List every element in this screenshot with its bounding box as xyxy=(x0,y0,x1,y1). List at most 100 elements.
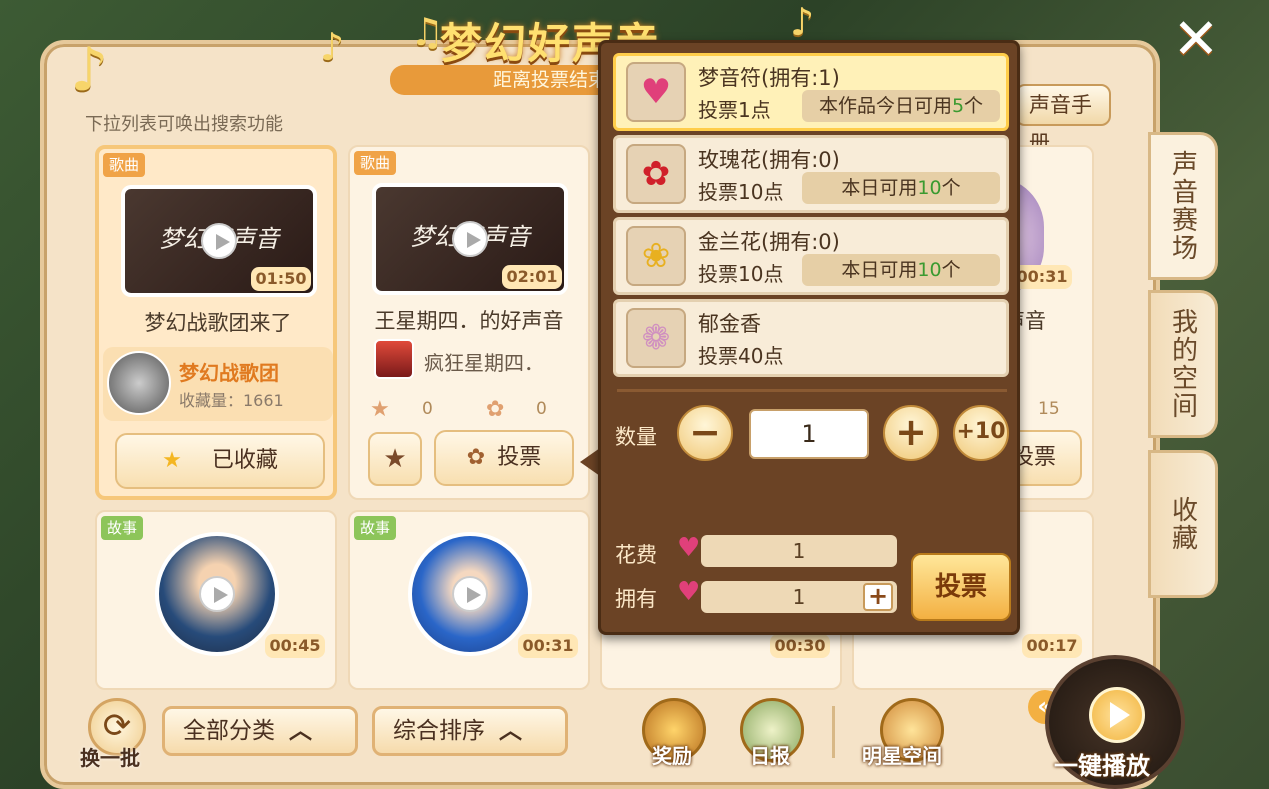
author-name: 疯狂星期四． xyxy=(424,351,544,375)
flower-icon: ✿ xyxy=(486,397,505,422)
favorited-button[interactable]: ★ 已收藏 xyxy=(115,433,325,489)
popup-arrow xyxy=(580,448,600,476)
music-note-icon: ♥ xyxy=(677,577,701,607)
gift-item-orchid[interactable]: ❀ 金兰花(拥有:0) 投票10点 本日可用10个 xyxy=(613,217,1009,295)
chevron-up-icon: ︿ xyxy=(289,718,312,744)
chevron-up-icon: ︿ xyxy=(499,718,522,744)
sort-label: 综合排序 xyxy=(393,718,485,744)
tab-my-space[interactable]: 我的空间 xyxy=(1148,290,1218,438)
work-card[interactable]: 歌曲 梦幻好声音 02:01 王星期四．的好声音 疯狂星期四． ★ 0 ✿ 0 … xyxy=(348,145,590,500)
spend-label: 花费 xyxy=(615,543,657,567)
confirm-vote-button[interactable]: 投票 xyxy=(911,553,1011,621)
star-icon: ★ xyxy=(370,397,390,422)
decrease-button[interactable]: − xyxy=(677,405,733,461)
work-title: 王星期四．的好声音 xyxy=(374,309,564,333)
star-count: 0 xyxy=(422,399,433,419)
item-availability: 本日可用10个 xyxy=(802,254,1000,286)
vote-button[interactable]: ✿ 投票 xyxy=(434,430,574,486)
item-name: 玫瑰花(拥有:0) xyxy=(698,148,840,172)
duration-badge: 01:50 xyxy=(251,267,311,291)
avail-text: 本日可用 xyxy=(841,259,918,281)
gift-item-music-note[interactable]: ♥ 梦音符(拥有:1) 投票1点 本作品今日可用5个 xyxy=(613,53,1009,131)
duration-badge: 00:17 xyxy=(1022,634,1082,658)
category-tag: 故事 xyxy=(354,516,397,540)
quantity-label: 数量 xyxy=(615,425,657,449)
author-box[interactable]: 梦幻战歌团 收藏量：1661 xyxy=(103,347,333,421)
play-icon[interactable] xyxy=(1089,687,1145,743)
video-thumbnail[interactable]: 梦幻好声音 01:50 xyxy=(121,185,317,297)
sort-dropdown[interactable]: 综合排序 ︿ xyxy=(372,706,568,756)
video-thumbnail[interactable]: 梦幻好声音 02:01 xyxy=(372,183,568,295)
search-hint: 下拉列表可唤出搜索功能 xyxy=(85,114,283,135)
star-space-label[interactable]: 明星空间 xyxy=(862,740,942,769)
category-label: 全部分类 xyxy=(183,718,275,744)
avail-unit: 个 xyxy=(964,95,984,117)
music-note-icon: ♪ xyxy=(70,35,109,105)
play-icon[interactable] xyxy=(199,576,235,612)
play-icon[interactable] xyxy=(452,221,488,257)
avail-unit: 个 xyxy=(941,259,961,281)
vote-label: 投票 xyxy=(497,445,542,470)
music-note-icon: ♫ xyxy=(410,10,445,54)
category-dropdown[interactable]: 全部分类 ︿ xyxy=(162,706,358,756)
favorited-label: 已收藏 xyxy=(211,448,278,473)
category-tag: 歌曲 xyxy=(103,153,146,177)
favorite-button[interactable]: ★ xyxy=(368,432,422,486)
play-all-label[interactable]: 一键播放 xyxy=(1054,746,1150,781)
duration-badge: 00:31 xyxy=(1012,265,1072,289)
music-note-icon: ♥ xyxy=(677,533,701,563)
tab-favorites[interactable]: 收藏 xyxy=(1148,450,1218,598)
item-cost: 投票1点 xyxy=(698,98,771,122)
music-note-icon: ♪ xyxy=(790,0,815,44)
reward-label[interactable]: 奖励 xyxy=(652,740,692,769)
gift-item-rose[interactable]: ✿ 玫瑰花(拥有:0) 投票10点 本日可用10个 xyxy=(613,135,1009,213)
star-icon: ★ xyxy=(162,448,182,473)
voice-book-button[interactable]: 声音手册 xyxy=(1015,84,1111,155)
avail-count: 5 xyxy=(951,95,965,117)
refresh-label[interactable]: 换一批 xyxy=(80,742,140,771)
work-card[interactable]: 故事 00:45 xyxy=(95,510,337,690)
category-tag: 故事 xyxy=(101,516,144,540)
flower-icon: ✿ xyxy=(466,445,486,470)
flower-count: 15 xyxy=(1038,399,1060,419)
vote-popup: ♥ 梦音符(拥有:1) 投票1点 本作品今日可用5个 ✿ 玫瑰花(拥有:0) 投… xyxy=(598,40,1020,635)
work-card[interactable]: 故事 00:31 xyxy=(348,510,590,690)
divider xyxy=(832,706,835,758)
avatar xyxy=(107,351,171,415)
item-cost: 投票10点 xyxy=(698,262,784,286)
duration-badge: 00:31 xyxy=(518,634,578,658)
avatar xyxy=(374,339,414,379)
duration-badge: 00:30 xyxy=(770,634,830,658)
gift-item-tulip[interactable]: ❁ 郁金香 投票40点 xyxy=(613,299,1009,377)
tulip-icon: ❁ xyxy=(626,308,686,368)
work-card[interactable]: 歌曲 梦幻好声音 01:50 梦幻战歌团来了 梦幻战歌团 收藏量：1661 ★ 已… xyxy=(95,145,337,500)
favorite-count: 收藏量：1661 xyxy=(179,391,284,410)
orchid-icon: ❀ xyxy=(626,226,686,286)
play-icon[interactable] xyxy=(201,223,237,259)
daily-report-label[interactable]: 日报 xyxy=(750,740,790,769)
item-name: 郁金香 xyxy=(698,312,761,336)
item-availability: 本作品今日可用5个 xyxy=(802,90,1000,122)
increase-button[interactable]: + xyxy=(883,405,939,461)
quantity-input[interactable]: 1 xyxy=(749,409,869,459)
increase-ten-button[interactable]: +10 xyxy=(953,405,1009,461)
close-button[interactable]: ✕ xyxy=(1172,12,1220,68)
owned-label: 拥有 xyxy=(615,587,657,611)
duration-badge: 02:01 xyxy=(502,265,562,289)
avail-count: 10 xyxy=(917,259,942,281)
avail-count: 10 xyxy=(917,177,942,199)
tab-voice-arena[interactable]: 声音赛场 xyxy=(1148,132,1218,280)
music-note-icon: ♥ xyxy=(626,62,686,122)
avail-unit: 个 xyxy=(941,177,961,199)
avail-text: 本作品今日可用 xyxy=(818,95,952,117)
item-cost: 投票40点 xyxy=(698,344,784,368)
play-icon[interactable] xyxy=(452,576,488,612)
add-currency-button[interactable]: + xyxy=(863,583,893,611)
flower-count: 0 xyxy=(536,399,547,419)
item-cost: 投票10点 xyxy=(698,180,784,204)
work-title: 梦幻战歌团来了 xyxy=(144,311,292,335)
item-name: 梦音符(拥有:1) xyxy=(698,66,840,90)
duration-badge: 00:45 xyxy=(265,634,325,658)
item-name: 金兰花(拥有:0) xyxy=(698,230,840,254)
divider xyxy=(617,389,1007,392)
